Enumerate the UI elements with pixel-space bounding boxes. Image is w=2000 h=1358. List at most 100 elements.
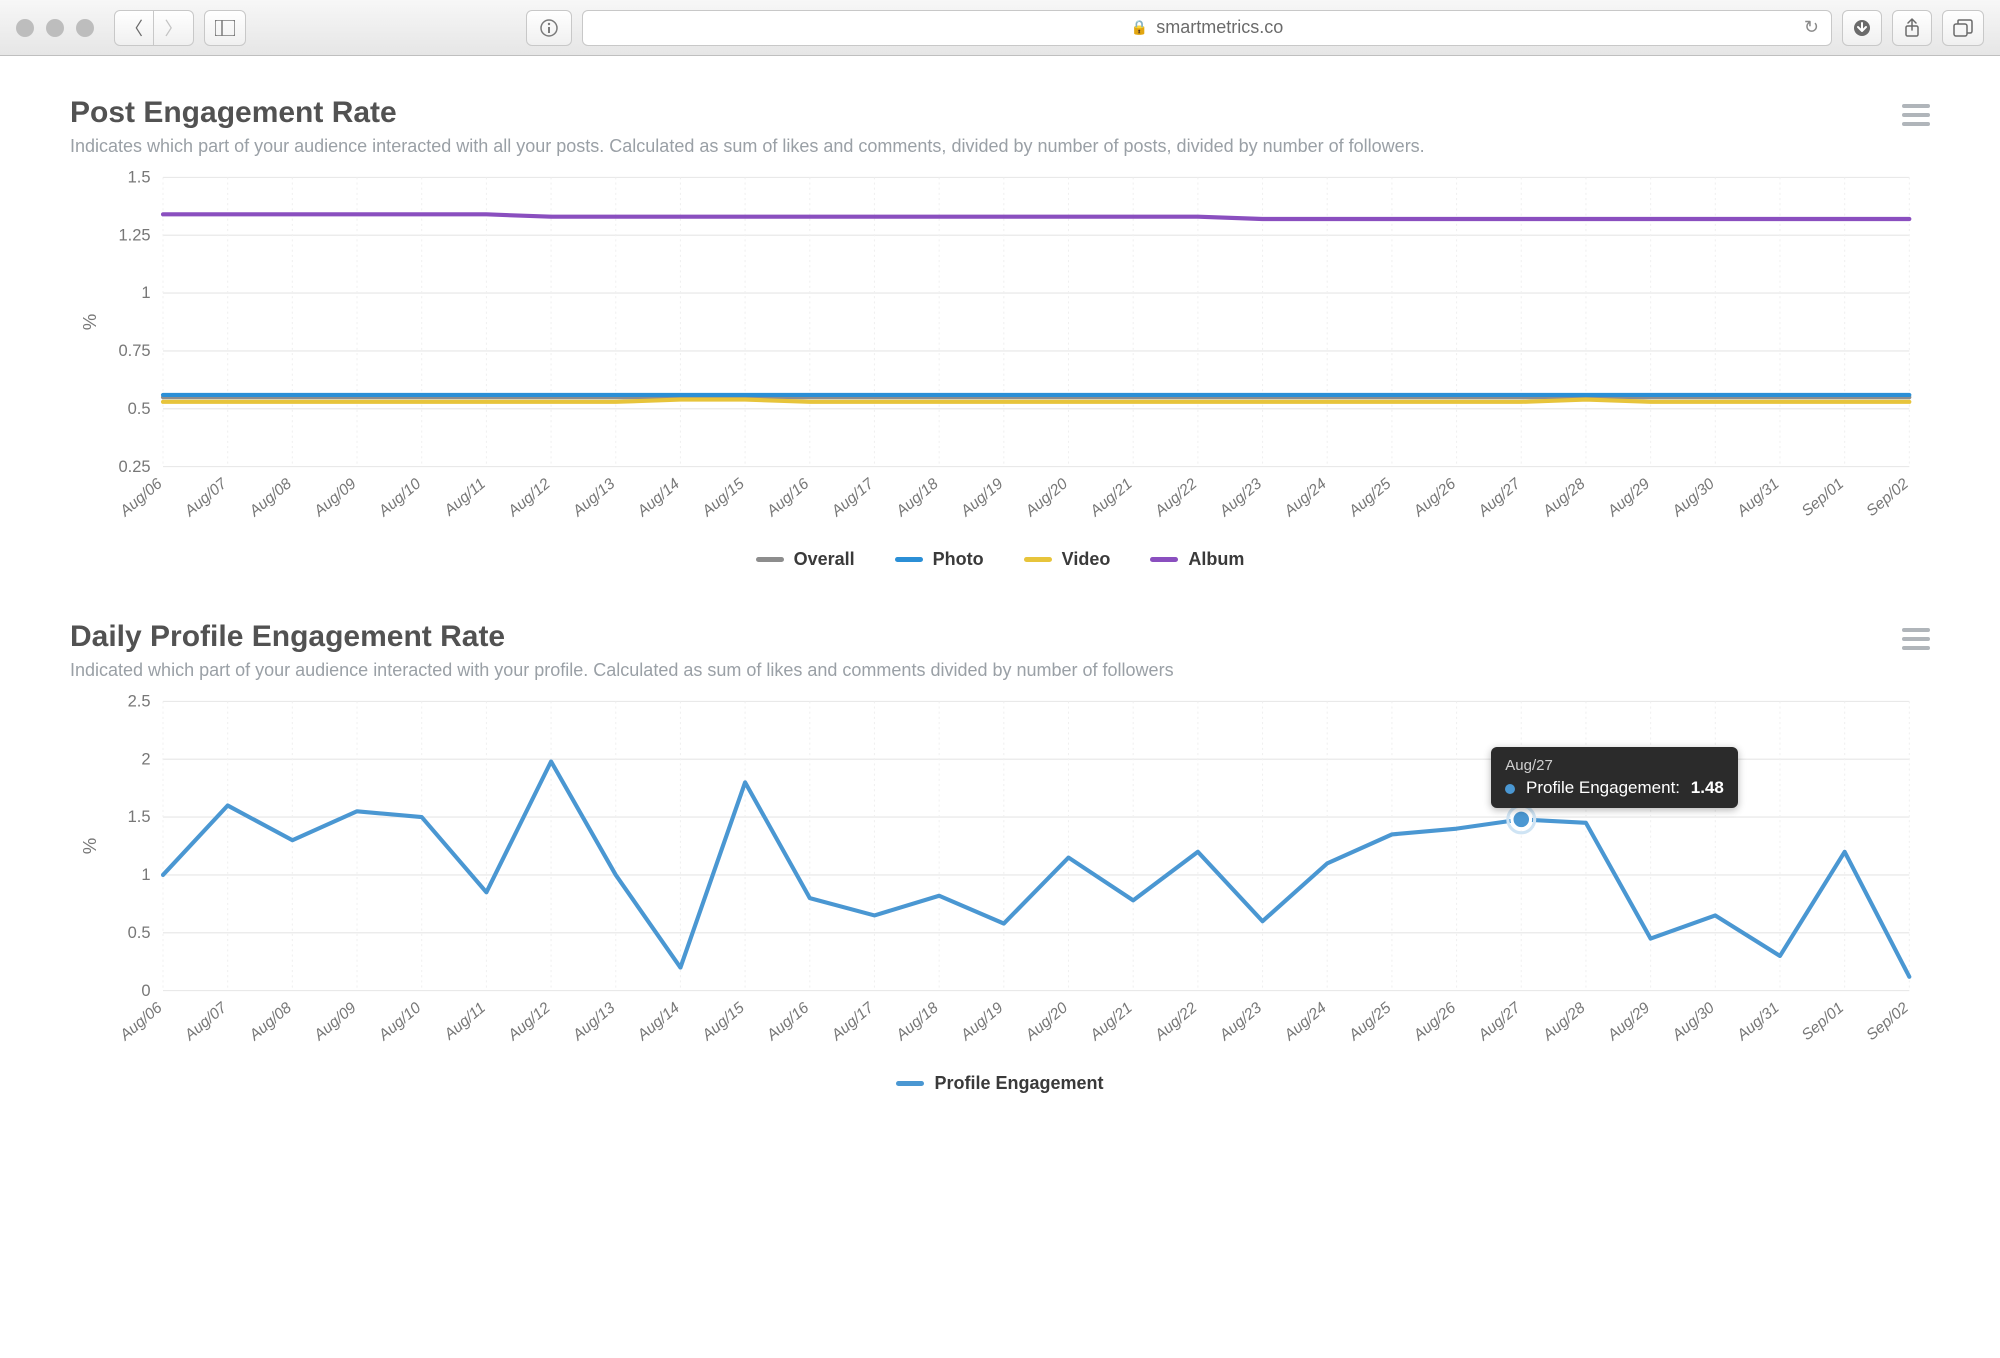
- svg-text:Aug/20: Aug/20: [1022, 475, 1072, 520]
- chart2-title: Daily Profile Engagement Rate: [70, 620, 1930, 654]
- address-bar[interactable]: 🔒 smartmetrics.co ↻: [582, 10, 1832, 46]
- svg-text:Aug/21: Aug/21: [1086, 999, 1135, 1044]
- svg-text:Aug/12: Aug/12: [504, 475, 554, 520]
- chart-menu-button[interactable]: [1902, 104, 1930, 126]
- minimize-window-icon[interactable]: [46, 19, 64, 37]
- window-controls: [16, 19, 94, 37]
- svg-text:%: %: [79, 314, 100, 331]
- sidebar-toggle-button[interactable]: [204, 10, 246, 46]
- toolbar-right: [1842, 10, 1984, 46]
- svg-text:Aug/06: Aug/06: [116, 475, 166, 520]
- svg-text:Aug/09: Aug/09: [310, 475, 360, 520]
- tooltip-value: 1.48: [1691, 778, 1724, 797]
- svg-text:Aug/30: Aug/30: [1669, 999, 1719, 1044]
- browser-chrome: 〈 〉 🔒 smartmetrics.co ↻: [0, 0, 2000, 56]
- svg-text:Aug/30: Aug/30: [1669, 475, 1719, 520]
- svg-text:Sep/01: Sep/01: [1799, 999, 1848, 1044]
- share-icon: [1903, 18, 1921, 38]
- svg-text:Aug/26: Aug/26: [1410, 475, 1460, 520]
- legend-album[interactable]: Album: [1150, 549, 1244, 570]
- svg-text:Aug/19: Aug/19: [957, 475, 1007, 520]
- svg-text:1: 1: [141, 283, 150, 302]
- svg-text:2.5: 2.5: [128, 692, 151, 711]
- svg-text:Aug/28: Aug/28: [1539, 475, 1589, 520]
- back-button[interactable]: 〈: [114, 10, 154, 46]
- svg-text:0: 0: [141, 981, 150, 1000]
- post-engagement-card: Post Engagement Rate Indicates which par…: [70, 96, 1930, 570]
- svg-text:Aug/06: Aug/06: [116, 999, 166, 1044]
- svg-text:Aug/13: Aug/13: [569, 999, 619, 1044]
- svg-text:Aug/17: Aug/17: [828, 474, 878, 520]
- svg-text:Aug/09: Aug/09: [310, 999, 360, 1044]
- chart2-tooltip: Aug/27 Profile Engagement: 1.48: [1491, 747, 1738, 808]
- svg-text:1.5: 1.5: [128, 807, 151, 826]
- svg-text:Aug/07: Aug/07: [181, 998, 231, 1044]
- nav-buttons: 〈 〉: [114, 10, 194, 46]
- svg-text:Aug/14: Aug/14: [634, 475, 684, 520]
- svg-text:0.75: 0.75: [118, 341, 150, 360]
- svg-text:Aug/31: Aug/31: [1733, 475, 1782, 520]
- svg-text:Aug/27: Aug/27: [1474, 474, 1524, 520]
- tabs-button[interactable]: [1942, 10, 1984, 46]
- svg-text:Aug/16: Aug/16: [763, 475, 813, 520]
- page-content: Post Engagement Rate Indicates which par…: [0, 56, 2000, 1184]
- svg-text:Sep/02: Sep/02: [1863, 475, 1912, 520]
- svg-text:Aug/12: Aug/12: [504, 999, 554, 1044]
- legend-profile-engagement[interactable]: Profile Engagement: [896, 1073, 1103, 1094]
- svg-text:Aug/11: Aug/11: [441, 999, 489, 1044]
- svg-text:Aug/10: Aug/10: [375, 475, 425, 520]
- maximize-window-icon[interactable]: [76, 19, 94, 37]
- chart2-legend: Profile Engagement: [70, 1073, 1930, 1094]
- svg-text:Aug/31: Aug/31: [1733, 999, 1782, 1044]
- lock-icon: 🔒: [1131, 19, 1148, 36]
- svg-text:Aug/24: Aug/24: [1280, 999, 1330, 1044]
- sidebar-icon: [215, 20, 235, 36]
- chart1-svg: 0.250.50.7511.251.5Aug/06Aug/07Aug/08Aug…: [70, 167, 1930, 539]
- legend-overall[interactable]: Overall: [756, 549, 855, 570]
- chart2-subtitle: Indicated which part of your audience in…: [70, 660, 1930, 681]
- legend-photo[interactable]: Photo: [895, 549, 984, 570]
- svg-text:Aug/17: Aug/17: [828, 998, 878, 1044]
- chart1-legend: Overall Photo Video Album: [70, 549, 1930, 570]
- svg-text:Aug/13: Aug/13: [569, 475, 619, 520]
- forward-button[interactable]: 〉: [154, 10, 194, 46]
- reload-icon[interactable]: ↻: [1804, 17, 1819, 38]
- svg-text:0.5: 0.5: [128, 923, 151, 942]
- svg-text:Aug/14: Aug/14: [634, 999, 684, 1044]
- svg-text:Aug/22: Aug/22: [1151, 475, 1201, 520]
- chart1-title: Post Engagement Rate: [70, 96, 1930, 130]
- svg-text:Sep/02: Sep/02: [1863, 999, 1912, 1044]
- svg-text:%: %: [79, 838, 100, 855]
- url-text: smartmetrics.co: [1156, 17, 1283, 38]
- svg-text:Aug/29: Aug/29: [1604, 999, 1654, 1044]
- close-window-icon[interactable]: [16, 19, 34, 37]
- chart1-plot[interactable]: 0.250.50.7511.251.5Aug/06Aug/07Aug/08Aug…: [70, 167, 1930, 539]
- svg-text:Aug/08: Aug/08: [246, 999, 296, 1044]
- svg-text:Aug/22: Aug/22: [1151, 999, 1201, 1044]
- svg-text:Aug/20: Aug/20: [1022, 999, 1072, 1044]
- svg-text:Aug/18: Aug/18: [892, 999, 942, 1044]
- svg-text:Aug/07: Aug/07: [181, 474, 231, 520]
- svg-text:Aug/29: Aug/29: [1604, 475, 1654, 520]
- svg-text:Aug/16: Aug/16: [763, 999, 813, 1044]
- svg-text:Aug/24: Aug/24: [1280, 475, 1330, 520]
- svg-text:Aug/23: Aug/23: [1216, 999, 1266, 1044]
- tooltip-date: Aug/27: [1505, 757, 1724, 774]
- tabs-icon: [1953, 19, 1973, 37]
- svg-text:Aug/28: Aug/28: [1539, 999, 1589, 1044]
- chart2-plot[interactable]: 00.511.522.5Aug/06Aug/07Aug/08Aug/09Aug/…: [70, 691, 1930, 1063]
- svg-text:0.25: 0.25: [118, 457, 150, 476]
- chart-menu-button[interactable]: [1902, 628, 1930, 650]
- downloads-button[interactable]: [1842, 10, 1882, 46]
- svg-text:Aug/15: Aug/15: [698, 999, 748, 1044]
- download-icon: [1853, 19, 1871, 37]
- svg-text:Aug/11: Aug/11: [441, 475, 489, 520]
- svg-text:Aug/15: Aug/15: [698, 475, 748, 520]
- svg-text:0.5: 0.5: [128, 399, 151, 418]
- svg-text:Aug/19: Aug/19: [957, 999, 1007, 1044]
- share-button[interactable]: [1892, 10, 1932, 46]
- reader-button[interactable]: [526, 10, 572, 46]
- chart1-subtitle: Indicates which part of your audience in…: [70, 136, 1930, 157]
- svg-text:2: 2: [141, 749, 150, 768]
- legend-video[interactable]: Video: [1024, 549, 1111, 570]
